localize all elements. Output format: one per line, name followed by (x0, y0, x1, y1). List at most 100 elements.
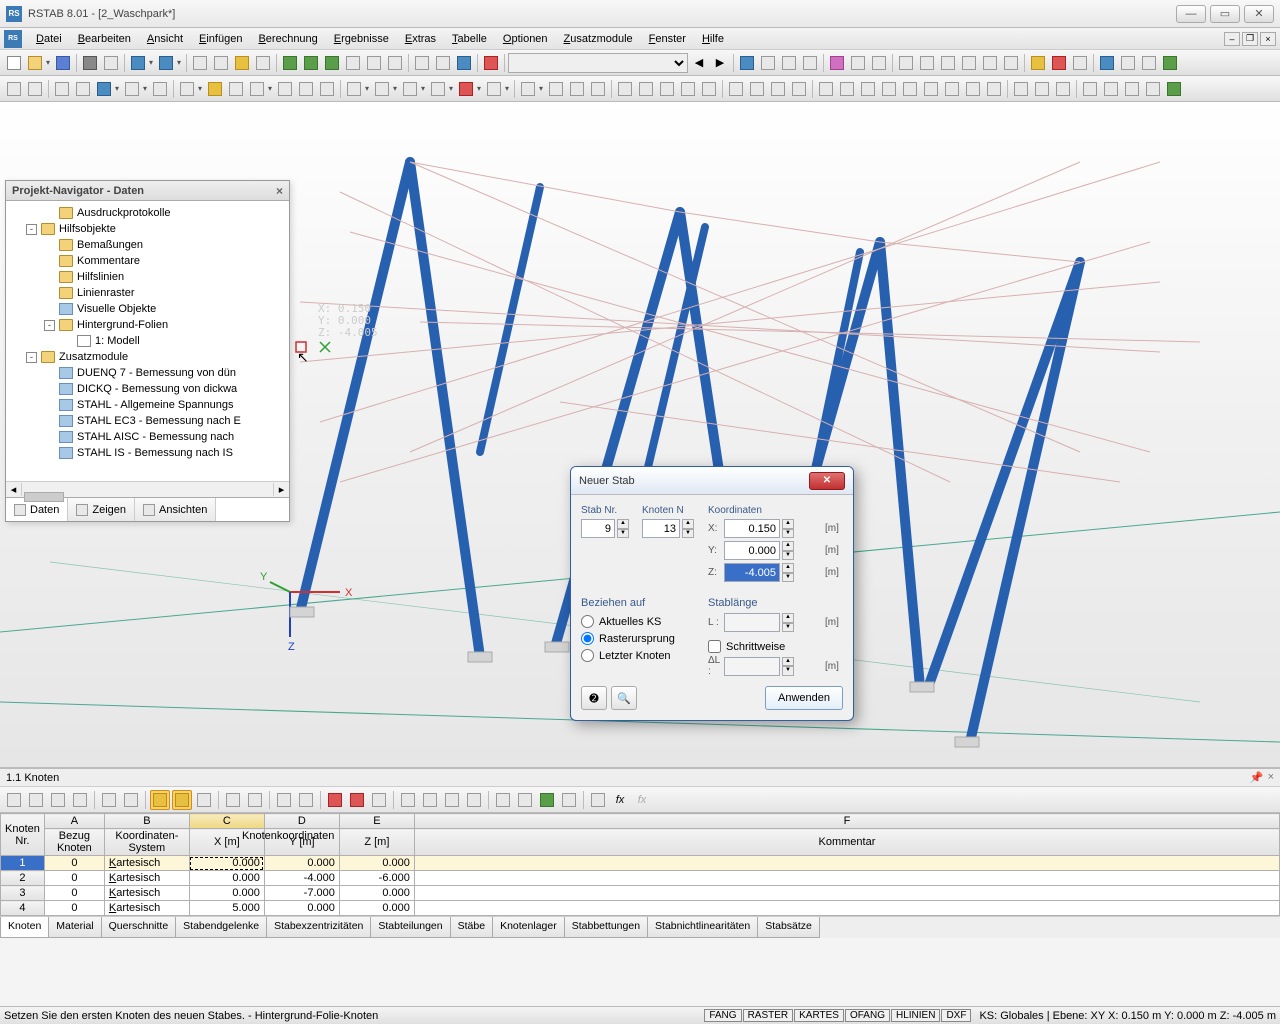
tb-btn-ae[interactable] (1097, 53, 1117, 73)
tb-btn-b[interactable] (211, 53, 231, 73)
coord-y-input[interactable] (724, 541, 780, 560)
cell-ks[interactable]: Kartesisch (104, 856, 189, 871)
status-toggle-fang[interactable]: FANG (704, 1009, 741, 1022)
tb-btn-o[interactable] (737, 53, 757, 73)
tt-v[interactable] (515, 790, 535, 810)
menu-ergebnisse[interactable]: Ergebnisse (326, 30, 397, 48)
menu-einfügen[interactable]: Einfügen (191, 30, 250, 48)
save-button[interactable] (53, 53, 73, 73)
cell-z[interactable]: -6.000 (339, 871, 414, 886)
cell-ks[interactable]: Kartesisch (104, 886, 189, 901)
stab-spin-down[interactable]: ▼ (617, 529, 629, 539)
tt-f[interactable] (121, 790, 141, 810)
cell-z[interactable]: 0.000 (339, 886, 414, 901)
tt-a[interactable] (4, 790, 24, 810)
menu-extras[interactable]: Extras (397, 30, 444, 48)
row-header[interactable]: 3 (1, 886, 45, 901)
tb2-at[interactable] (1080, 79, 1100, 99)
close-button[interactable]: ✕ (1244, 5, 1274, 23)
tb2-w[interactable] (567, 79, 587, 99)
cell-comment[interactable] (414, 901, 1279, 916)
tb2-ai[interactable] (837, 79, 857, 99)
tb2-aw[interactable] (1143, 79, 1163, 99)
tb2-ar[interactable] (1032, 79, 1052, 99)
tb2-n[interactable] (317, 79, 337, 99)
table-grid[interactable]: Knoten Nr. A B C D E F Bezug Knoten Koor… (0, 813, 1280, 916)
col-letter-B[interactable]: B (104, 814, 189, 829)
tb-btn-k[interactable] (412, 53, 432, 73)
tb-btn-e[interactable] (280, 53, 300, 73)
tb2-y[interactable] (615, 79, 635, 99)
tree-item[interactable]: Hilfslinien (8, 270, 287, 284)
menu-ansicht[interactable]: Ansicht (139, 30, 191, 48)
tb-btn-n[interactable] (481, 53, 501, 73)
bezug-radio[interactable] (581, 615, 594, 628)
mdi-restore[interactable]: ❐ (1242, 32, 1258, 46)
tt-c[interactable] (48, 790, 68, 810)
tb2-v[interactable] (546, 79, 566, 99)
tree-item[interactable]: Bemaßungen (8, 238, 287, 252)
hdr-komm[interactable]: Kommentar (414, 829, 1279, 856)
tt-h[interactable] (172, 790, 192, 810)
tb2-al[interactable] (900, 79, 920, 99)
tree-item[interactable]: STAHL - Allgemeine Spannungs (8, 398, 287, 412)
tb-btn-a[interactable] (190, 53, 210, 73)
nav-tab-zeigen[interactable]: Zeigen (68, 498, 135, 521)
cell-bezug[interactable]: 0 (44, 856, 104, 871)
tree-item[interactable]: DUENQ 7 - Bemessung von dün (8, 366, 287, 380)
tree-item[interactable]: DICKQ - Bemessung von dickwa (8, 382, 287, 396)
tree-item[interactable]: Ausdruckprotokolle (8, 206, 287, 220)
status-toggle-ofang[interactable]: OFANG (845, 1009, 890, 1022)
stab-spin-up[interactable]: ▲ (617, 519, 629, 529)
tb2-j[interactable] (226, 79, 246, 99)
tb2-aj[interactable] (858, 79, 878, 99)
hdr-bezug[interactable]: Bezug Knoten (44, 829, 104, 856)
lc-prev[interactable]: ◀ (689, 53, 709, 73)
table-tab-stabnichtlinearitäten[interactable]: Stabnichtlinearitäten (647, 917, 758, 938)
navigator-title[interactable]: Projekt-Navigator - Daten × (6, 181, 289, 201)
tree-item[interactable]: - Hintergrund-Folien (8, 318, 287, 332)
menu-hilfe[interactable]: Hilfe (694, 30, 732, 48)
tree-item[interactable]: - Zusatzmodule (8, 350, 287, 364)
tt-q[interactable] (398, 790, 418, 810)
tt-l[interactable] (274, 790, 294, 810)
tb2-x[interactable] (588, 79, 608, 99)
tt-t[interactable] (464, 790, 484, 810)
cell-x[interactable]: 0.000 (189, 886, 264, 901)
status-toggle-dxf[interactable]: DXF (941, 1009, 971, 1022)
tb-btn-q[interactable] (779, 53, 799, 73)
tb2-an[interactable] (942, 79, 962, 99)
tb2-e[interactable] (94, 79, 114, 99)
cell-bezug[interactable]: 0 (44, 901, 104, 916)
dialog-help-button[interactable]: ➋ (581, 686, 607, 710)
tb-btn-ac[interactable] (1049, 53, 1069, 73)
menu-tabelle[interactable]: Tabelle (444, 30, 495, 48)
tb2-am[interactable] (921, 79, 941, 99)
tb-btn-z[interactable] (980, 53, 1000, 73)
loadcase-select[interactable] (508, 53, 688, 73)
knoten-spin-up[interactable]: ▲ (682, 519, 694, 529)
table-tab-stabsätze[interactable]: Stabsätze (757, 917, 820, 938)
tb2-l[interactable] (275, 79, 295, 99)
cell-ks[interactable]: Kartesisch (104, 871, 189, 886)
tb2-u[interactable] (518, 79, 538, 99)
minimize-button[interactable]: — (1176, 5, 1206, 23)
apply-button[interactable]: Anwenden (765, 686, 843, 710)
tb2-ao[interactable] (963, 79, 983, 99)
tree-toggle-icon[interactable]: - (44, 320, 55, 331)
tb2-a[interactable] (4, 79, 24, 99)
tb2-k[interactable] (247, 79, 267, 99)
tb-btn-h[interactable] (343, 53, 363, 73)
tb2-aq[interactable] (1011, 79, 1031, 99)
tt-excel[interactable] (537, 790, 557, 810)
undo-button[interactable] (128, 53, 148, 73)
row-header[interactable]: 1 (1, 856, 45, 871)
tree-toggle-icon[interactable]: - (26, 352, 37, 363)
menu-zusatzmodule[interactable]: Zusatzmodule (556, 30, 641, 48)
tt-s[interactable] (442, 790, 462, 810)
tt-j[interactable] (223, 790, 243, 810)
tt-e[interactable] (99, 790, 119, 810)
table-tab-knotenlager[interactable]: Knotenlager (492, 917, 565, 938)
menu-berechnung[interactable]: Berechnung (250, 30, 325, 48)
tb2-z[interactable] (636, 79, 656, 99)
